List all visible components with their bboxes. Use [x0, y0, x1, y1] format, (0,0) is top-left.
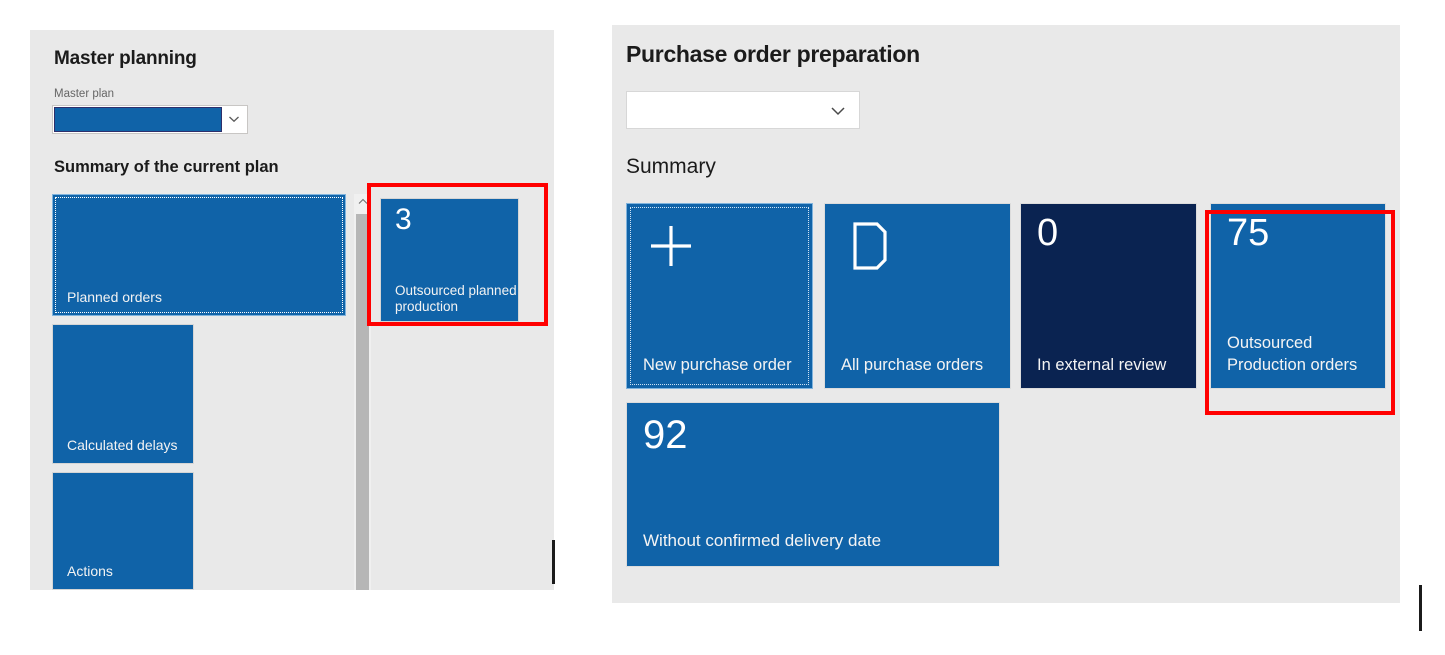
- tile-count: 75: [1227, 212, 1270, 254]
- tile-in-external-review[interactable]: 0 In external review: [1020, 203, 1197, 389]
- chevron-down-icon: [829, 102, 847, 120]
- tile-label: Planned orders: [67, 289, 162, 305]
- purchase-order-preparation-panel: Purchase order preparation Summary New p…: [612, 25, 1400, 603]
- master-plan-label: Master plan: [54, 88, 115, 100]
- plus-icon: [645, 220, 697, 272]
- chevron-down-icon: [227, 112, 241, 126]
- tile-label: All purchase orders: [841, 356, 984, 374]
- text-caret-right: [1419, 585, 1422, 631]
- text-caret-left: [552, 540, 555, 584]
- tile-outsourced-planned-production[interactable]: 3 Outsourced planned production: [380, 198, 519, 322]
- vertical-scrollbar[interactable]: [354, 194, 371, 590]
- tile-all-purchase-orders[interactable]: All purchase orders: [824, 203, 1011, 389]
- tile-calculated-delays[interactable]: Calculated delays: [52, 324, 194, 464]
- master-plan-selected-value[interactable]: [54, 107, 222, 132]
- tile-label: New purchase order: [643, 356, 792, 374]
- chevron-up-icon[interactable]: [354, 194, 371, 211]
- master-planning-panel: Master planning Master plan Summary of t…: [30, 30, 554, 590]
- tile-label: Calculated delays: [67, 437, 178, 453]
- tile-label: Actions: [67, 563, 113, 579]
- tile-label: Outsourced Production orders: [1227, 334, 1358, 374]
- tile-count: 0: [1037, 212, 1059, 254]
- master-plan-select[interactable]: [52, 105, 248, 134]
- scrollbar-thumb[interactable]: [356, 214, 369, 590]
- page-title: Purchase order preparation: [626, 41, 920, 67]
- tile-new-purchase-order[interactable]: New purchase order: [626, 203, 813, 389]
- tile-label: In external review: [1037, 356, 1167, 374]
- summary-section-title: Summary of the current plan: [54, 158, 279, 176]
- summary-section-title: Summary: [626, 155, 716, 178]
- purchase-order-filter-select[interactable]: [626, 91, 860, 129]
- tile-outsourced-production-orders[interactable]: 75 Outsourced Production orders: [1210, 203, 1386, 389]
- page-title: Master planning: [54, 48, 197, 69]
- tile-actions[interactable]: Actions: [52, 472, 194, 590]
- document-icon: [843, 220, 895, 272]
- tile-count: 92: [643, 413, 688, 457]
- tile-count: 3: [395, 203, 412, 236]
- tile-label: Outsourced planned production: [395, 283, 517, 314]
- left-tile-board: Planned orders Calculated delays Actions: [52, 194, 382, 590]
- tile-without-confirmed-delivery-date[interactable]: 92 Without confirmed delivery date: [626, 402, 1000, 567]
- tile-planned-orders[interactable]: Planned orders: [52, 194, 346, 316]
- tile-label: Without confirmed delivery date: [643, 531, 882, 550]
